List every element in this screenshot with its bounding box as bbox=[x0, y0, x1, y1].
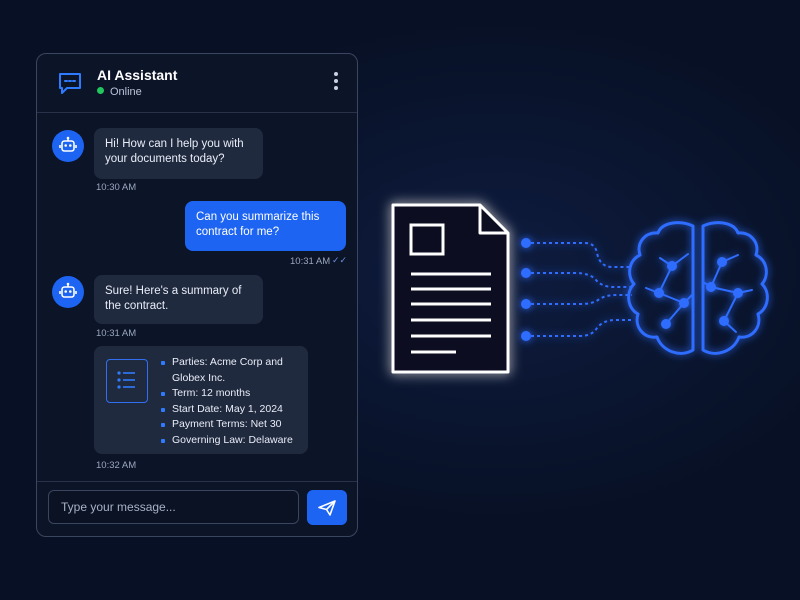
document-to-ai-illustration bbox=[391, 203, 769, 374]
document-icon bbox=[391, 203, 510, 374]
connector-lines bbox=[521, 238, 632, 341]
brain-nodes bbox=[654, 257, 743, 329]
brain-circuit-icon bbox=[627, 221, 769, 355]
